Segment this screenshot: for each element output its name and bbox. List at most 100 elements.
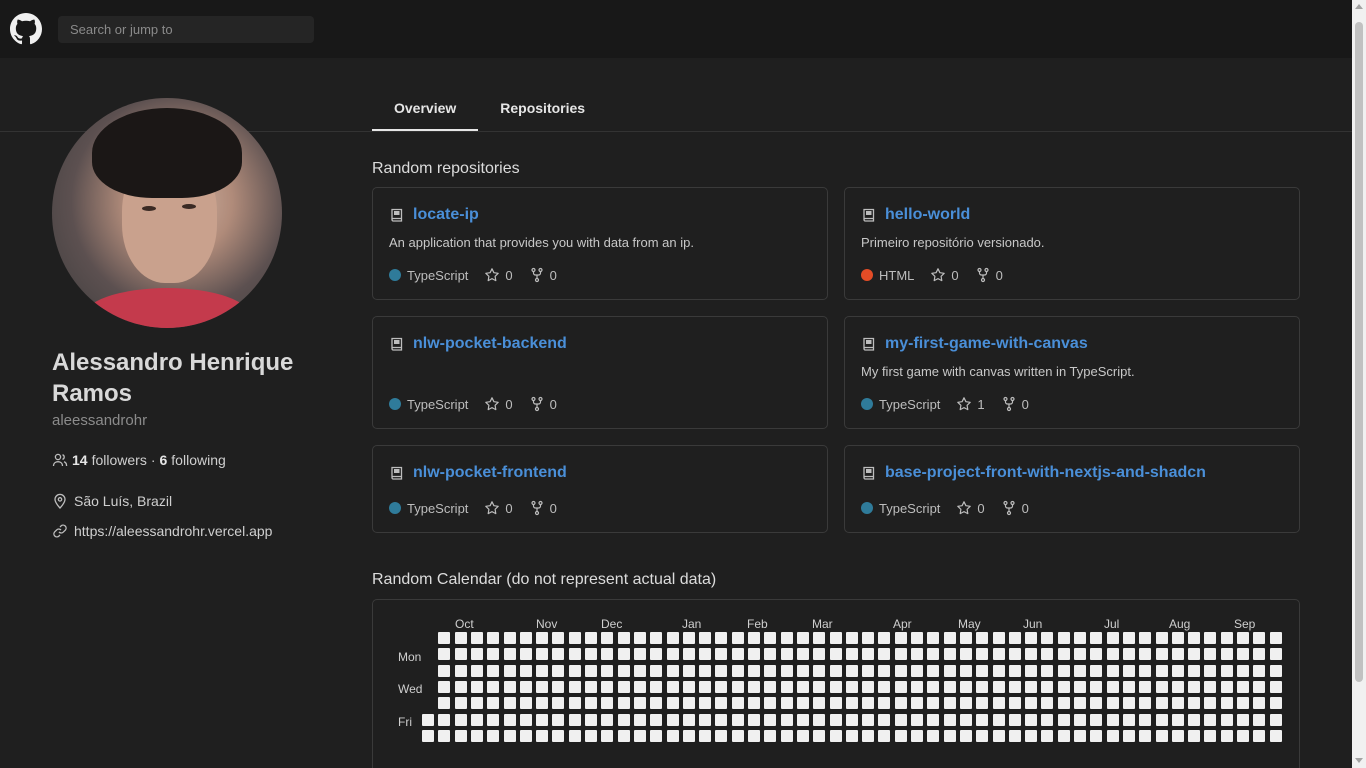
repo-card[interactable]: locate-ip An application that provides yo…: [372, 187, 828, 300]
calendar-day-cell[interactable]: [1025, 632, 1037, 644]
calendar-day-cell[interactable]: [895, 632, 907, 644]
calendar-day-cell[interactable]: [960, 632, 972, 644]
calendar-day-cell[interactable]: [1074, 730, 1086, 742]
calendar-day-cell[interactable]: [1253, 730, 1265, 742]
calendar-day-cell[interactable]: [667, 681, 679, 693]
calendar-day-cell[interactable]: [487, 730, 499, 742]
calendar-day-cell[interactable]: [846, 730, 858, 742]
calendar-day-cell[interactable]: [552, 730, 564, 742]
calendar-day-cell[interactable]: [1221, 681, 1233, 693]
calendar-day-cell[interactable]: [1041, 730, 1053, 742]
calendar-day-cell[interactable]: [1025, 665, 1037, 677]
calendar-day-cell[interactable]: [618, 632, 630, 644]
calendar-day-cell[interactable]: [455, 681, 467, 693]
calendar-day-cell[interactable]: [846, 681, 858, 693]
calendar-day-cell[interactable]: [1253, 632, 1265, 644]
calendar-day-cell[interactable]: [748, 714, 760, 726]
calendar-day-cell[interactable]: [1058, 681, 1070, 693]
calendar-day-cell[interactable]: [650, 681, 662, 693]
calendar-day-cell[interactable]: [601, 632, 613, 644]
calendar-day-cell[interactable]: [699, 681, 711, 693]
calendar-day-cell[interactable]: [1204, 681, 1216, 693]
calendar-day-cell[interactable]: [944, 632, 956, 644]
calendar-day-cell[interactable]: [748, 648, 760, 660]
calendar-day-cell[interactable]: [438, 697, 450, 709]
calendar-day-cell[interactable]: [1123, 681, 1135, 693]
calendar-day-cell[interactable]: [732, 648, 744, 660]
calendar-day-cell[interactable]: [1041, 714, 1053, 726]
calendar-day-cell[interactable]: [504, 665, 516, 677]
calendar-day-cell[interactable]: [667, 714, 679, 726]
calendar-day-cell[interactable]: [650, 697, 662, 709]
calendar-day-cell[interactable]: [650, 730, 662, 742]
calendar-day-cell[interactable]: [536, 681, 548, 693]
repo-name-link[interactable]: nlw-pocket-backend: [413, 335, 567, 353]
calendar-day-cell[interactable]: [471, 665, 483, 677]
calendar-day-cell[interactable]: [1172, 714, 1184, 726]
calendar-day-cell[interactable]: [487, 648, 499, 660]
repo-stars[interactable]: 0: [930, 267, 959, 283]
calendar-day-cell[interactable]: [748, 697, 760, 709]
calendar-day-cell[interactable]: [569, 665, 581, 677]
calendar-day-cell[interactable]: [699, 730, 711, 742]
calendar-day-cell[interactable]: [1058, 665, 1070, 677]
calendar-day-cell[interactable]: [764, 665, 776, 677]
calendar-day-cell[interactable]: [846, 665, 858, 677]
calendar-day-cell[interactable]: [699, 665, 711, 677]
calendar-day-cell[interactable]: [487, 697, 499, 709]
calendar-day-cell[interactable]: [618, 648, 630, 660]
calendar-day-cell[interactable]: [1107, 681, 1119, 693]
calendar-day-cell[interactable]: [1107, 665, 1119, 677]
calendar-day-cell[interactable]: [797, 681, 809, 693]
calendar-day-cell[interactable]: [960, 681, 972, 693]
calendar-day-cell[interactable]: [1123, 665, 1135, 677]
calendar-day-cell[interactable]: [1025, 681, 1037, 693]
calendar-day-cell[interactable]: [601, 665, 613, 677]
calendar-day-cell[interactable]: [732, 730, 744, 742]
calendar-day-cell[interactable]: [438, 681, 450, 693]
calendar-day-cell[interactable]: [683, 681, 695, 693]
repo-card[interactable]: nlw-pocket-frontend TypeScript 0 0: [372, 445, 828, 533]
calendar-day-cell[interactable]: [520, 697, 532, 709]
calendar-day-cell[interactable]: [748, 632, 760, 644]
calendar-day-cell[interactable]: [813, 714, 825, 726]
calendar-day-cell[interactable]: [1090, 648, 1102, 660]
search-input[interactable]: Search or jump to: [58, 16, 314, 43]
calendar-day-cell[interactable]: [944, 714, 956, 726]
calendar-day-cell[interactable]: [504, 648, 516, 660]
calendar-day-cell[interactable]: [813, 697, 825, 709]
calendar-day-cell[interactable]: [683, 665, 695, 677]
calendar-day-cell[interactable]: [667, 665, 679, 677]
website-link[interactable]: https://aleessandrohr.vercel.app: [74, 523, 272, 539]
calendar-day-cell[interactable]: [1090, 681, 1102, 693]
calendar-day-cell[interactable]: [878, 730, 890, 742]
followers-count[interactable]: 14: [72, 452, 88, 468]
repo-card[interactable]: hello-world Primeiro repositório versiona…: [844, 187, 1300, 300]
calendar-day-cell[interactable]: [1139, 665, 1151, 677]
calendar-day-cell[interactable]: [1090, 730, 1102, 742]
repo-forks[interactable]: 0: [975, 267, 1003, 283]
repo-forks[interactable]: 0: [1001, 500, 1029, 516]
calendar-day-cell[interactable]: [1074, 665, 1086, 677]
calendar-day-cell[interactable]: [1090, 714, 1102, 726]
calendar-day-cell[interactable]: [455, 648, 467, 660]
repo-stars[interactable]: 0: [484, 396, 513, 412]
calendar-day-cell[interactable]: [878, 648, 890, 660]
calendar-day-cell[interactable]: [471, 632, 483, 644]
calendar-day-cell[interactable]: [520, 681, 532, 693]
calendar-day-cell[interactable]: [960, 697, 972, 709]
calendar-day-cell[interactable]: [764, 730, 776, 742]
calendar-day-cell[interactable]: [634, 730, 646, 742]
scroll-down-arrow-icon[interactable]: [1355, 758, 1363, 763]
calendar-day-cell[interactable]: [618, 714, 630, 726]
calendar-day-cell[interactable]: [1074, 697, 1086, 709]
calendar-day-cell[interactable]: [797, 730, 809, 742]
calendar-day-cell[interactable]: [569, 714, 581, 726]
calendar-day-cell[interactable]: [455, 697, 467, 709]
calendar-day-cell[interactable]: [764, 648, 776, 660]
calendar-day-cell[interactable]: [520, 648, 532, 660]
calendar-day-cell[interactable]: [1058, 648, 1070, 660]
calendar-day-cell[interactable]: [438, 730, 450, 742]
calendar-day-cell[interactable]: [504, 697, 516, 709]
calendar-day-cell[interactable]: [895, 697, 907, 709]
